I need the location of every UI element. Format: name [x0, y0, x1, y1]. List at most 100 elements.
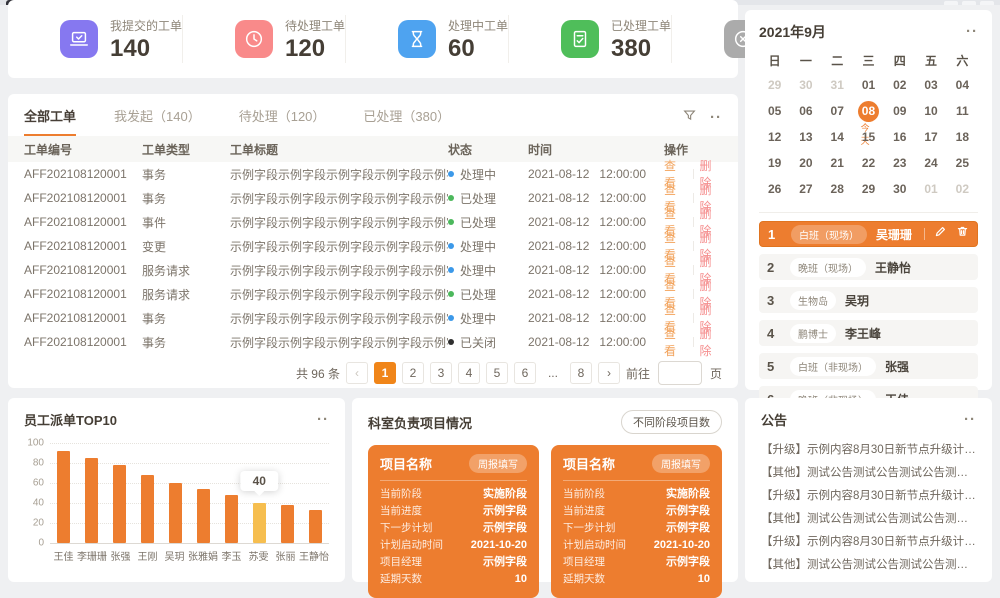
page-button[interactable]: 2: [402, 362, 424, 384]
order-title: 示例字段示例字段示例字段示例字段示例字段: [230, 334, 448, 351]
calendar-day[interactable]: 31: [822, 72, 853, 98]
stage-count-button[interactable]: 不同阶段项目数: [621, 410, 722, 434]
notice-item[interactable]: 【升级】示例内容8月30日新节点升级计划通知: [761, 485, 976, 508]
weekly-report-badge[interactable]: 周报填写: [469, 454, 527, 473]
page-jump-input[interactable]: [658, 361, 702, 385]
calendar-day[interactable]: 25: [947, 150, 978, 176]
calendar-day[interactable]: 02: [884, 72, 915, 98]
table-row[interactable]: AFF202108120001变更示例字段示例字段示例字段示例字段示例字段处理中…: [8, 234, 738, 258]
table-row[interactable]: AFF202108120001事务示例字段示例字段示例字段示例字段示例字段处理中…: [8, 162, 738, 186]
table-row[interactable]: AFF202108120001事务示例字段示例字段示例字段示例字段示例字段处理中…: [8, 306, 738, 330]
next-page-button[interactable]: ›: [598, 362, 620, 384]
bar[interactable]: [113, 465, 126, 543]
calendar-day-today[interactable]: 08今天: [853, 98, 884, 124]
tab-workorders[interactable]: 我发起（140）: [114, 106, 201, 136]
page-button[interactable]: 4: [458, 362, 480, 384]
page-button[interactable]: 3: [430, 362, 452, 384]
calendar-day[interactable]: 12: [759, 124, 790, 150]
calendar-day[interactable]: 30: [884, 176, 915, 202]
stat-card[interactable]: 我提交的工单140: [8, 15, 183, 63]
shift-tag: 白班（现场）: [791, 225, 867, 244]
calendar-day[interactable]: 19: [759, 150, 790, 176]
window-buttons[interactable]: [944, 1, 994, 5]
bar[interactable]: [141, 475, 154, 543]
calendar-day[interactable]: 13: [790, 124, 821, 150]
notice-item[interactable]: 【其他】测试公告测试公告测试公告测试公告测试公告: [761, 554, 976, 577]
trash-icon[interactable]: [956, 225, 969, 243]
calendar-day[interactable]: 30: [790, 72, 821, 98]
stat-card[interactable]: 处理中工单60: [346, 15, 509, 63]
calendar-day[interactable]: 15: [853, 124, 884, 150]
delete-link[interactable]: 删除: [699, 325, 722, 359]
calendar-day[interactable]: 11: [947, 98, 978, 124]
more-icon[interactable]: ··: [317, 416, 329, 424]
shift-row[interactable]: 3生物岛吴玥: [759, 287, 978, 313]
shift-row[interactable]: 2晚班（现场）王静怡: [759, 254, 978, 280]
calendar-day[interactable]: 21: [822, 150, 853, 176]
calendar-day[interactable]: 01: [915, 176, 946, 202]
page-ellipsis[interactable]: ...: [542, 362, 564, 384]
calendar-day[interactable]: 14: [822, 124, 853, 150]
page-button[interactable]: 1: [374, 362, 396, 384]
calendar-day[interactable]: 20: [790, 150, 821, 176]
more-icon[interactable]: ··: [966, 28, 978, 36]
project-card[interactable]: 项目名称周报填写当前阶段实施阶段当前进度示例字段下一步计划示例字段计划启动时间2…: [368, 445, 539, 598]
bar[interactable]: [85, 458, 98, 543]
tab-workorders[interactable]: 待处理（120）: [239, 106, 326, 136]
calendar-day[interactable]: 26: [759, 176, 790, 202]
bar[interactable]: [281, 505, 294, 543]
bar[interactable]: [57, 451, 70, 543]
more-icon[interactable]: ··: [964, 416, 976, 424]
calendar-day[interactable]: 16: [884, 124, 915, 150]
stat-card[interactable]: 已处理工单380: [509, 15, 672, 63]
calendar-day[interactable]: 22: [853, 150, 884, 176]
view-link[interactable]: 查看: [664, 325, 687, 359]
calendar-day[interactable]: 07: [822, 98, 853, 124]
more-icon[interactable]: ··: [710, 114, 722, 122]
table-row[interactable]: AFF202108120001服务请求示例字段示例字段示例字段示例字段示例字段已…: [8, 282, 738, 306]
page-button[interactable]: 5: [486, 362, 508, 384]
filter-icon[interactable]: [683, 109, 696, 127]
bar[interactable]: [197, 489, 210, 543]
calendar-day[interactable]: 02: [947, 176, 978, 202]
calendar-day[interactable]: 27: [790, 176, 821, 202]
stat-card[interactable]: 待处理工单120: [183, 15, 346, 63]
calendar-day[interactable]: 03: [915, 72, 946, 98]
calendar-day[interactable]: 05: [759, 98, 790, 124]
calendar-day[interactable]: 17: [915, 124, 946, 150]
tab-workorders[interactable]: 已处理（380）: [363, 106, 450, 136]
calendar-day[interactable]: 29: [853, 176, 884, 202]
project-card[interactable]: 项目名称周报填写当前阶段实施阶段当前进度示例字段下一步计划示例字段计划启动时间2…: [551, 445, 722, 598]
page-button[interactable]: 6: [514, 362, 536, 384]
prev-page-button[interactable]: ‹: [346, 362, 368, 384]
table-row[interactable]: AFF202108120001事件示例字段示例字段示例字段示例字段示例字段已处理…: [8, 210, 738, 234]
bar[interactable]: [169, 483, 182, 543]
calendar-day[interactable]: 23: [884, 150, 915, 176]
table-row[interactable]: AFF202108120001事务示例字段示例字段示例字段示例字段示例字段已处理…: [8, 186, 738, 210]
notice-item[interactable]: 【升级】示例内容8月30日新节点升级计划通知: [761, 439, 976, 462]
notice-item[interactable]: 【升级】示例内容8月30日新节点升级计划通知: [761, 531, 976, 554]
calendar-day[interactable]: 28: [822, 176, 853, 202]
bar[interactable]: [309, 510, 322, 543]
tab-active[interactable]: 全部工单: [24, 106, 76, 136]
notice-item[interactable]: 【其他】测试公告测试公告测试公告测试公告测试公告: [761, 508, 976, 531]
calendar-day[interactable]: 04: [947, 72, 978, 98]
notice-item[interactable]: 【其他】测试公告测试公告测试公告测试公告测试公告: [761, 462, 976, 485]
calendar-day[interactable]: 18: [947, 124, 978, 150]
calendar-day[interactable]: 10: [915, 98, 946, 124]
calendar-day[interactable]: 01: [853, 72, 884, 98]
shift-row[interactable]: 4鹏博士李王峰: [759, 320, 978, 346]
calendar-day[interactable]: 29: [759, 72, 790, 98]
page-button[interactable]: 8: [570, 362, 592, 384]
table-row[interactable]: AFF202108120001事务示例字段示例字段示例字段示例字段示例字段已关闭…: [8, 330, 738, 354]
weekly-report-badge[interactable]: 周报填写: [652, 454, 710, 473]
shift-row[interactable]: 5白班（非现场）张强: [759, 353, 978, 379]
table-row[interactable]: AFF202108120001服务请求示例字段示例字段示例字段示例字段示例字段处…: [8, 258, 738, 282]
bar[interactable]: [225, 495, 238, 543]
calendar-day[interactable]: 24: [915, 150, 946, 176]
bar[interactable]: [253, 503, 266, 543]
calendar-day[interactable]: 09: [884, 98, 915, 124]
shift-row[interactable]: 1白班（现场）吴珊珊: [759, 221, 978, 247]
calendar-day[interactable]: 06: [790, 98, 821, 124]
edit-icon[interactable]: [934, 225, 947, 243]
